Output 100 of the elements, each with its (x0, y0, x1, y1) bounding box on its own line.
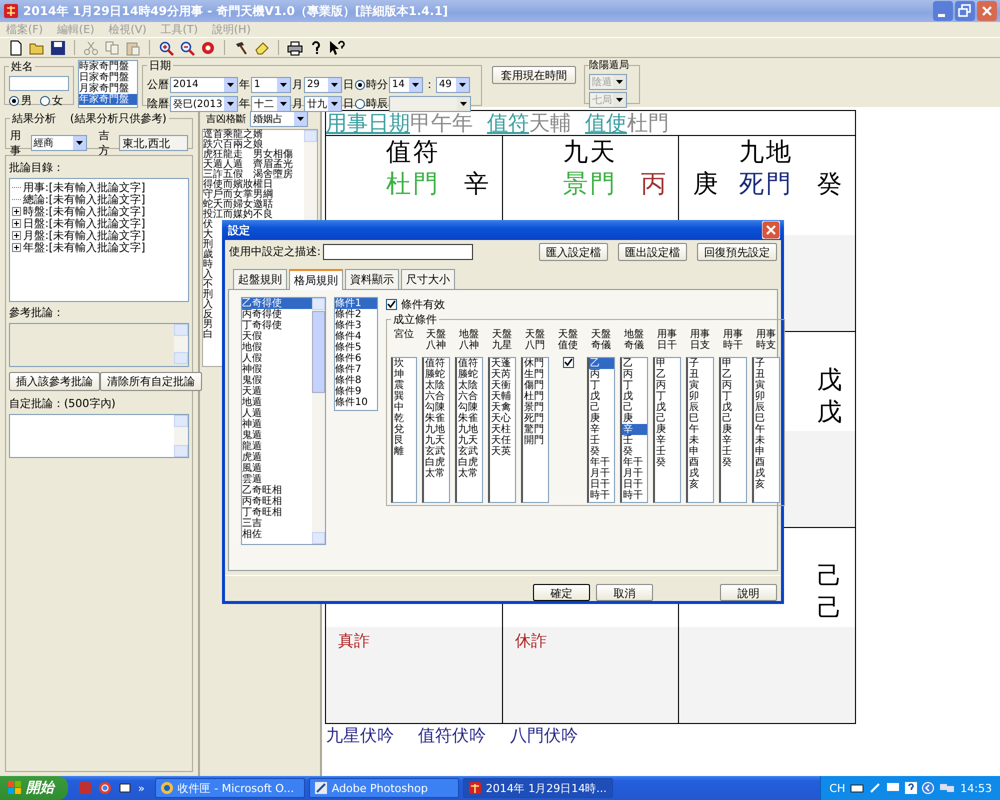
list-item[interactable]: 條件1 (335, 298, 377, 310)
tree-item[interactable]: 年盤:[未有輸入批論文字] (23, 240, 146, 254)
taskbar-button[interactable]: 2014年 1月29日14時... (462, 778, 613, 798)
list-item[interactable]: 庚 (622, 413, 647, 424)
list-item[interactable]: 天英 (490, 446, 515, 458)
list-item[interactable]: 條件8 (335, 375, 377, 386)
list-item[interactable]: 癸 (655, 457, 680, 468)
list-item[interactable]: 龍遁 (242, 441, 312, 452)
day-dropdown[interactable]: 29 (304, 76, 342, 92)
list-item[interactable]: 天輔 (490, 391, 515, 402)
list-item[interactable]: 天心 (490, 413, 515, 424)
list-item[interactable]: 壬 (589, 435, 614, 446)
list-item[interactable]: 中 (393, 402, 416, 414)
list-item[interactable]: 辰 (754, 402, 779, 414)
keyboard-icon[interactable] (850, 782, 864, 794)
scrollbar[interactable] (312, 298, 325, 544)
hour-dropdown[interactable]: 14 (389, 76, 423, 92)
restore-icon[interactable] (955, 1, 975, 21)
list-item[interactable]: 酉 (754, 457, 779, 468)
list-item[interactable]: 亥 (688, 479, 713, 490)
list-item[interactable]: 己 (622, 402, 647, 414)
list-item[interactable]: 地遁 (242, 397, 312, 408)
eraser-icon[interactable] (254, 40, 270, 56)
list-item[interactable]: 開門 (523, 435, 548, 446)
dialog-button[interactable]: 取消 (596, 584, 653, 601)
list-item[interactable]: 時干 (589, 490, 614, 502)
list-item[interactable]: 六合 (457, 391, 482, 402)
list-item[interactable]: 虎狂龍走 男女相傷 (203, 150, 304, 160)
list-item[interactable]: 丙奇旺相 (242, 496, 312, 508)
list-item[interactable]: 月家奇門盤 (79, 83, 137, 94)
tree-item[interactable]: 日盤:[未有輸入批論文字] (23, 216, 146, 230)
list-item[interactable]: 戌 (754, 468, 779, 480)
list-item[interactable]: 年家奇門盤 (79, 94, 137, 105)
list-item[interactable]: 壬 (655, 446, 680, 458)
list-item[interactable]: 壬 (622, 435, 647, 446)
list-item[interactable]: 天柱 (490, 424, 515, 436)
list-item[interactable]: 生門 (523, 369, 548, 380)
list-item[interactable]: 天蓬 (490, 358, 515, 370)
list-item[interactable]: 戌 (688, 468, 713, 480)
list-item[interactable]: 戊 (721, 402, 746, 414)
list-item[interactable]: 丙 (721, 380, 746, 392)
list-item[interactable]: 杜門 (523, 391, 548, 402)
list-item[interactable]: 九天 (424, 435, 449, 446)
tree-item[interactable]: 月盤:[未有輸入批論文字] (23, 228, 146, 242)
list-item[interactable]: 丙 (622, 369, 647, 380)
description-field[interactable] (322, 244, 473, 260)
list-item[interactable]: 朱雀 (457, 413, 482, 424)
list-item[interactable]: 條件7 (335, 364, 377, 376)
list-item[interactable]: 風遁 (242, 463, 312, 474)
list-item[interactable]: 月干 (622, 468, 647, 480)
list-item[interactable]: 神遁 (242, 419, 312, 430)
list-item[interactable]: 人遁 (242, 408, 312, 420)
tab[interactable]: 起盤規則 (233, 269, 287, 290)
list-item[interactable]: 條件3 (335, 320, 377, 332)
list-item[interactable]: 己 (721, 413, 746, 424)
tab[interactable]: 資料顯示 (345, 269, 399, 290)
list-item[interactable]: 酉 (688, 457, 713, 468)
list-item[interactable]: 丁 (589, 380, 614, 392)
list-item[interactable]: 驚門 (523, 424, 548, 436)
list-item[interactable]: 年干 (589, 457, 614, 468)
list-item[interactable]: 辛 (622, 424, 647, 436)
list-item[interactable]: 相佐 (242, 529, 312, 540)
list-item[interactable]: 午 (688, 424, 713, 436)
caret-icon[interactable] (294, 112, 307, 126)
language-indicator[interactable]: CH (829, 782, 846, 794)
list-item[interactable]: 甲 (655, 358, 680, 370)
apply-current-time-button[interactable]: 套用現在時間 (492, 66, 576, 84)
taskbar-button[interactable]: Adobe Photoshop (308, 778, 459, 798)
list-item[interactable]: 卯 (754, 391, 779, 402)
tree-item[interactable]: 用事:[未有輸入批論文字] (23, 180, 146, 194)
magnifier-minus-icon[interactable] (179, 40, 195, 56)
list-item[interactable]: 勾陳 (424, 402, 449, 414)
list-item[interactable]: 太常 (424, 468, 449, 480)
radio-button[interactable] (355, 98, 365, 108)
comment-button[interactable]: 清除所有自定批論 (100, 372, 202, 391)
caret-icon[interactable] (328, 78, 341, 92)
pointer-question-icon[interactable] (329, 40, 345, 56)
list-item[interactable]: 天芮 (490, 369, 515, 380)
list-item[interactable]: 太陰 (424, 380, 449, 392)
list-item[interactable]: 丑 (754, 369, 779, 380)
list-item[interactable]: 值符 (424, 358, 449, 370)
expand-icon[interactable] (12, 218, 21, 228)
help-icon[interactable] (905, 782, 918, 794)
month-dropdown[interactable]: 十二 (251, 96, 291, 112)
list-item[interactable]: 子 (754, 358, 779, 370)
list-item[interactable]: 鬼遁 (242, 430, 312, 442)
list-item[interactable]: 值符 (457, 358, 482, 370)
list-item[interactable]: 丙奇得使 (242, 309, 312, 320)
list-item[interactable]: 太陰 (457, 380, 482, 392)
dialog-button[interactable]: 說明 (720, 584, 777, 601)
list-item[interactable]: 天禽 (490, 402, 515, 414)
list-item[interactable]: 巳 (754, 413, 779, 424)
list-item[interactable]: 乙奇旺相 (242, 485, 312, 496)
list-item[interactable]: 申 (688, 446, 713, 458)
list-item[interactable]: 戊 (589, 391, 614, 402)
list-item[interactable]: 卯 (688, 391, 713, 402)
list-item[interactable]: 乙 (589, 358, 614, 370)
list-item[interactable]: 日家奇門盤 (79, 72, 137, 83)
caret-icon[interactable] (457, 96, 470, 110)
list-item[interactable]: 乙 (622, 358, 647, 370)
